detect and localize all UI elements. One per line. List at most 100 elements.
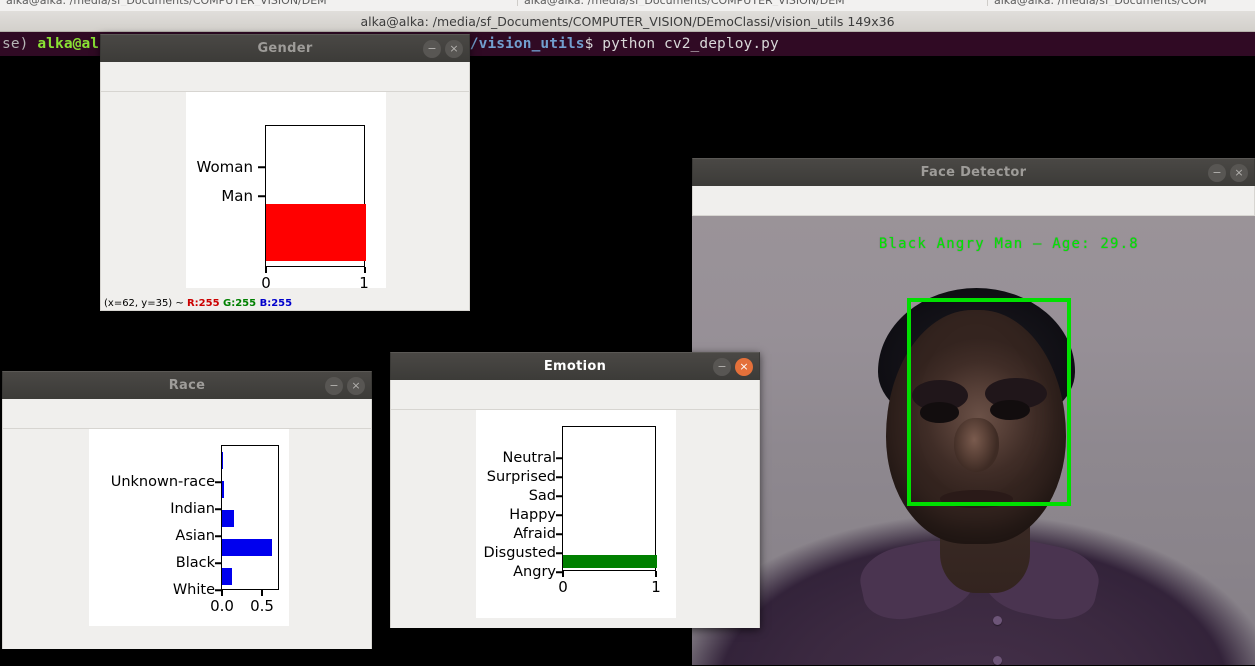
terminal-user-host: alka@al (37, 36, 100, 52)
ytick-label-sad: Sad (528, 488, 556, 504)
close-icon[interactable]: × (1230, 164, 1248, 182)
ytick-label-woman: Woman (196, 158, 253, 176)
ytick-mark-woman (258, 166, 265, 168)
status-coordinates: (x=62, y=35) ~ (104, 298, 187, 309)
face-detector-window: Face Detector − × Black Angry Man — Age:… (692, 158, 1255, 666)
bar-man (266, 204, 366, 261)
terminal-title: alka@alka: /media/sf_Documents/COMPUTER_… (360, 14, 895, 29)
ytick-label-neutral: Neutral (502, 450, 556, 466)
ytick-mark-man (258, 195, 265, 197)
xtick-label-0: 0 (261, 274, 271, 292)
close-glyph: × (1234, 166, 1244, 179)
face-bounding-box (907, 297, 1072, 507)
ytick-label-unknown-race: Unknown-race (110, 474, 215, 490)
xtick-mark-1 (364, 267, 366, 273)
ytick-label-afraid: Afraid (513, 526, 556, 542)
ytick-label-black: Black (175, 555, 215, 571)
minimize-icon[interactable]: − (1208, 164, 1226, 182)
ytick-mark-neutral (556, 457, 562, 459)
bar-angry (563, 555, 657, 568)
close-icon[interactable]: × (347, 377, 365, 395)
terminal-tab-2[interactable]: alka@alka: /media/sf_Documents/COMPUTER_… (518, 0, 988, 6)
minimize-glyph: − (717, 360, 727, 373)
xtick-mark-0 (265, 267, 267, 273)
gender-toolbar[interactable] (100, 62, 470, 92)
emotion-window: Emotion − × Angry Disgusted Afraid Happy… (390, 352, 760, 628)
ytick-mark-afraid (556, 533, 562, 535)
face-detection-label: Black Angry Man — Age: 29.8 (878, 236, 1139, 252)
emotion-toolbar[interactable] (390, 380, 760, 410)
race-window-buttons: − × (325, 377, 365, 395)
race-toolbar[interactable] (2, 399, 372, 429)
xtick-label-0: 0.0 (210, 597, 234, 615)
close-glyph: × (351, 379, 361, 392)
face-detector-window-buttons: − × (1208, 164, 1248, 182)
gender-titlebar[interactable]: Gender − × (100, 34, 470, 62)
race-titlebar[interactable]: Race − × (2, 371, 372, 399)
gender-window-buttons: − × (423, 40, 463, 58)
ytick-label-indian: Indian (170, 501, 215, 517)
emotion-plot-area: Angry Disgusted Afraid Happy Sad Surpris… (476, 410, 676, 618)
ytick-mark-indian (215, 508, 221, 510)
terminal-tab-3[interactable]: alka@alka: /media/sf_Documents/COM (988, 0, 1255, 6)
xtick-label-1: 1 (651, 578, 661, 596)
ytick-mark-surprised (556, 476, 562, 478)
close-icon[interactable]: × (735, 358, 753, 376)
face-detector-toolbar[interactable] (692, 186, 1255, 216)
minimize-icon[interactable]: − (325, 377, 343, 395)
status-blue-value: B:255 (259, 298, 293, 309)
ytick-mark-sad (556, 495, 562, 497)
ytick-mark-black (215, 562, 221, 564)
terminal-env-prefix: se) (2, 36, 38, 52)
face-detector-title: Face Detector (920, 165, 1027, 180)
minimize-glyph: − (329, 379, 339, 392)
xtick-label-1: 0.5 (250, 597, 274, 615)
xtick-label-1: 1 (359, 274, 369, 292)
ytick-label-asian: Asian (175, 528, 215, 544)
emotion-title: Emotion (543, 359, 607, 374)
xtick-mark-1 (655, 571, 657, 577)
minimize-glyph: − (427, 42, 437, 55)
ytick-mark-unknown-race (215, 481, 221, 483)
emotion-axes (562, 426, 657, 571)
gender-title: Gender (257, 41, 313, 56)
bar-asian (222, 509, 235, 528)
race-plot-canvas: White Black Asian Indian Unknown-race 0.… (2, 429, 372, 649)
close-glyph: × (449, 42, 459, 55)
bar-indian (222, 480, 224, 499)
race-window: Race − × White Black Asian Indian Unknow… (2, 371, 372, 651)
terminal-dollar: $ (584, 36, 603, 52)
desktop-screen: alka@alka: /media/sf_Documents/COMPUTER_… (0, 0, 1255, 666)
terminal-tab-strip: alka@alka: /media/sf_Documents/COMPUTER_… (0, 0, 1255, 11)
gender-statusbar: (x=62, y=35) ~ R:255 G:255 B:255 (100, 296, 470, 311)
emotion-titlebar[interactable]: Emotion − × (390, 352, 760, 380)
gender-window: Gender − × Man Woman 0 1 (x=62, y=35) ~ … (100, 34, 470, 312)
minimize-icon[interactable]: − (713, 358, 731, 376)
close-glyph: × (739, 360, 749, 373)
ytick-label-surprised: Surprised (486, 469, 556, 485)
ytick-mark-asian (215, 535, 221, 537)
gender-plot-area: Man Woman 0 1 (186, 92, 386, 292)
xtick-mark-0 (562, 571, 564, 577)
ytick-label-happy: Happy (509, 507, 556, 523)
status-green-value: G:255 (223, 298, 260, 309)
emotion-plot-canvas: Angry Disgusted Afraid Happy Sad Surpris… (390, 410, 760, 628)
ytick-label-white: White (172, 582, 215, 598)
status-red-value: R:255 (186, 298, 224, 309)
face-detector-titlebar[interactable]: Face Detector − × (692, 158, 1255, 186)
shirt-button-1 (993, 615, 1003, 625)
terminal-command: python cv2_deploy.py (602, 36, 779, 52)
emotion-window-buttons: − × (713, 358, 753, 376)
gender-plot-canvas: Man Woman 0 1 (100, 92, 470, 296)
xtick-mark-0 (221, 590, 223, 596)
race-title: Race (168, 378, 206, 393)
minimize-glyph: − (1212, 166, 1222, 179)
bar-white (222, 567, 232, 586)
terminal-titlebar[interactable]: alka@alka: /media/sf_Documents/COMPUTER_… (0, 11, 1255, 32)
close-icon[interactable]: × (445, 40, 463, 58)
race-plot-area: White Black Asian Indian Unknown-race 0.… (89, 429, 289, 626)
terminal-tab-1[interactable]: alka@alka: /media/sf_Documents/COMPUTER_… (0, 0, 518, 6)
minimize-icon[interactable]: − (423, 40, 441, 58)
ytick-label-man: Man (221, 187, 253, 205)
face-detector-video: Black Angry Man — Age: 29.8 (692, 216, 1255, 665)
